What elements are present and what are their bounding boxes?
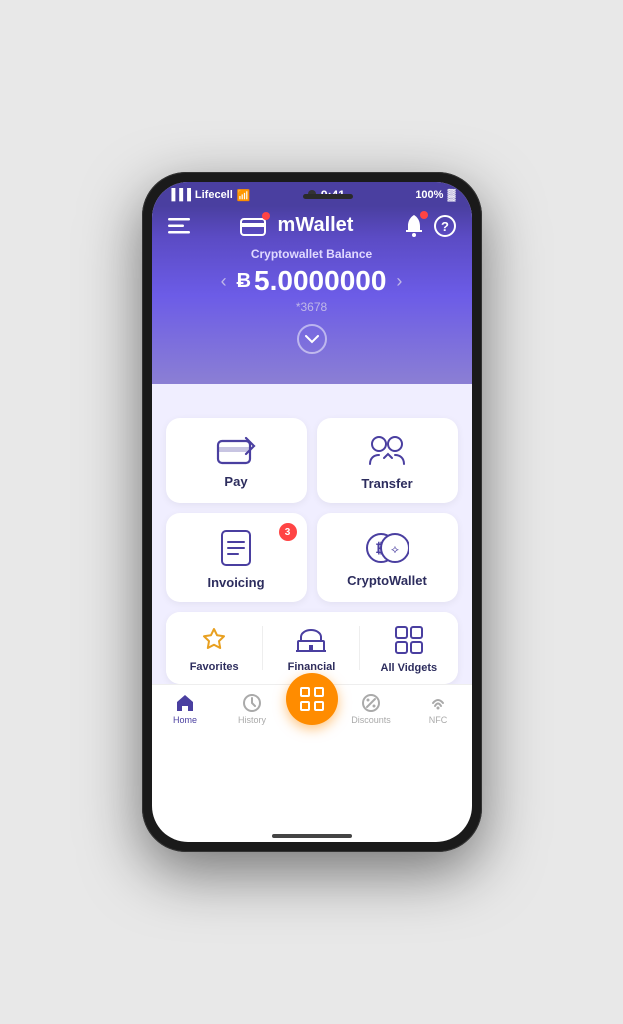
invoicing-badge: 3: [279, 523, 297, 541]
cryptowallet-card[interactable]: ₿ ⟡ CryptoWallet: [317, 513, 458, 602]
action-grid: Pay Transfer: [166, 418, 458, 602]
svg-text:⟡: ⟡: [391, 542, 399, 556]
wave-divider: [152, 384, 472, 404]
svg-text:?: ?: [441, 219, 449, 234]
screen: ▐▐▐ Lifecell 📶 9:41 100% ▓: [152, 182, 472, 842]
financial-label: Financial: [288, 661, 336, 673]
status-left: ▐▐▐ Lifecell 📶: [168, 189, 251, 202]
history-label: History: [238, 715, 266, 725]
balance-prev[interactable]: ‹: [221, 271, 227, 292]
allwidgets-card[interactable]: All Vidgets: [360, 612, 457, 684]
battery-icon: ▓: [447, 189, 455, 201]
home-icon: [175, 693, 195, 713]
home-bar: [272, 834, 352, 838]
nav-home[interactable]: Home: [152, 693, 219, 725]
collapse-button[interactable]: [297, 324, 327, 354]
card-button[interactable]: [240, 216, 266, 236]
app-title: mWallet: [278, 214, 354, 237]
invoicing-label: Invoicing: [207, 575, 264, 590]
bottom-nav: Home History: [152, 684, 472, 731]
nfc-icon: [428, 693, 448, 713]
pay-card[interactable]: Pay: [166, 418, 307, 503]
balance-section: Cryptowallet Balance ‹ Ƀ 5.0000000 › *36…: [152, 237, 472, 384]
pay-icon: [216, 436, 256, 466]
header-icons: ?: [404, 215, 456, 237]
menu-button[interactable]: [168, 218, 190, 234]
phone-frame: ▐▐▐ Lifecell 📶 9:41 100% ▓: [142, 172, 482, 852]
balance-row: ‹ Ƀ 5.0000000 ›: [168, 265, 456, 297]
notification-button[interactable]: [404, 215, 424, 237]
balance-next[interactable]: ›: [396, 271, 402, 292]
cryptowallet-icon: ₿ ⟡: [365, 531, 409, 565]
invoicing-card[interactable]: 3 Invoicing: [166, 513, 307, 602]
balance-label: Cryptowallet Balance: [168, 247, 456, 261]
allwidgets-label: All Vidgets: [381, 662, 438, 674]
wifi-icon: 📶: [237, 189, 251, 202]
pay-label: Pay: [224, 474, 247, 489]
nav-nfc[interactable]: NFC: [405, 693, 472, 725]
status-right: 100% ▓: [415, 189, 455, 201]
transfer-icon: [366, 434, 408, 468]
invoicing-icon: [220, 529, 252, 567]
discounts-icon: [361, 693, 381, 713]
battery-percent: 100%: [415, 189, 443, 201]
main-content: Pay Transfer: [152, 404, 472, 684]
account-number: *3678: [168, 300, 456, 314]
carrier-name: Lifecell: [195, 189, 233, 201]
balance-value: 5.0000000: [254, 265, 386, 297]
discounts-label: Discounts: [351, 715, 391, 725]
nav-history[interactable]: History: [219, 693, 286, 725]
card-badge: [262, 212, 270, 220]
app-header: mWallet ?: [152, 206, 472, 237]
transfer-card[interactable]: Transfer: [317, 418, 458, 503]
favorites-card[interactable]: Favorites: [166, 612, 263, 684]
cryptowallet-label: CryptoWallet: [347, 573, 427, 588]
favorites-label: Favorites: [190, 661, 239, 673]
nfc-label: NFC: [429, 715, 448, 725]
balance-amount: Ƀ 5.0000000: [237, 265, 387, 297]
allwidgets-icon: [395, 626, 423, 654]
help-button[interactable]: ?: [434, 215, 456, 237]
scan-button[interactable]: [286, 673, 338, 725]
history-icon: [242, 693, 262, 713]
balance-symbol: Ƀ: [237, 270, 251, 293]
transfer-label: Transfer: [361, 476, 412, 491]
nav-discounts[interactable]: Discounts: [338, 693, 405, 725]
signal-icon: ▐▐▐: [168, 189, 191, 201]
financial-icon: [296, 627, 326, 653]
nav-scan[interactable]: [286, 693, 338, 725]
notification-badge: [420, 211, 428, 219]
speaker: [303, 194, 353, 199]
favorites-icon: [200, 627, 228, 653]
home-label: Home: [173, 715, 197, 725]
